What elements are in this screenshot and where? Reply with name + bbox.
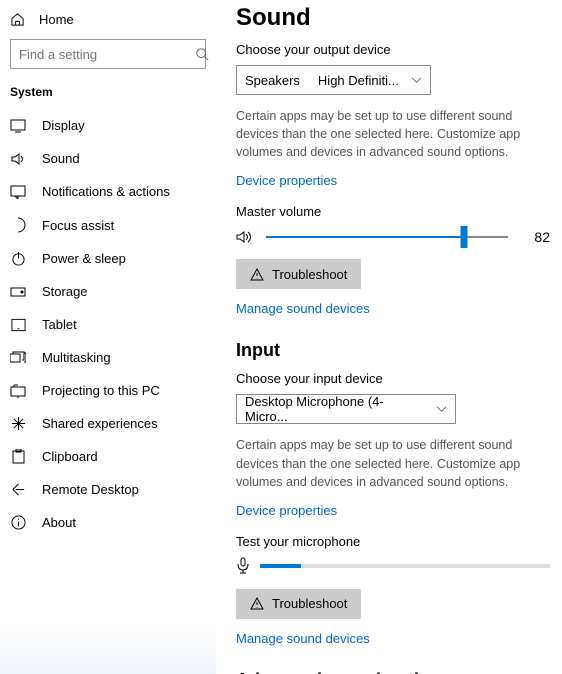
chevron-down-icon (411, 77, 422, 84)
sidebar-item-label: Display (42, 118, 85, 133)
clipboard-icon (10, 449, 26, 464)
sidebar-item-label: Shared experiences (42, 416, 158, 431)
sidebar-item-tablet[interactable]: Tablet (0, 308, 216, 341)
multitasking-icon (10, 351, 26, 364)
mic-level-bar (260, 564, 550, 568)
sidebar-item-remote[interactable]: Remote Desktop (0, 473, 216, 506)
home-link[interactable]: Home (0, 8, 216, 31)
projecting-icon (10, 384, 26, 398)
sidebar-item-clipboard[interactable]: Clipboard (0, 440, 216, 473)
home-icon (10, 12, 25, 27)
sidebar-item-storage[interactable]: Storage (0, 275, 216, 308)
remote-icon (10, 482, 26, 497)
sidebar-item-notifications[interactable]: Notifications & actions (0, 175, 216, 208)
shared-icon (10, 416, 26, 431)
master-volume-label: Master volume (236, 204, 550, 219)
output-description: Certain apps may be set up to use differ… (236, 107, 550, 161)
output-device-select[interactable]: Speakers High Definiti... (236, 65, 431, 95)
sidebar-item-label: Focus assist (42, 218, 114, 233)
page-title: Sound (236, 4, 550, 32)
sidebar-item-focus-assist[interactable]: Focus assist (0, 208, 216, 242)
power-icon (10, 251, 26, 266)
input-description: Certain apps may be set up to use differ… (236, 436, 550, 490)
input-device-label: Choose your input device (236, 371, 550, 386)
sidebar-item-label: Notifications & actions (42, 184, 170, 199)
output-troubleshoot-button[interactable]: Troubleshoot (236, 259, 361, 289)
output-device-properties-link[interactable]: Device properties (236, 173, 337, 188)
sidebar-item-shared[interactable]: Shared experiences (0, 407, 216, 440)
warning-icon (250, 268, 264, 281)
warning-icon (250, 597, 264, 610)
chevron-down-icon (436, 406, 447, 413)
sound-icon (10, 152, 26, 166)
sidebar-item-multitasking[interactable]: Multitasking (0, 341, 216, 374)
input-device-properties-link[interactable]: Device properties (236, 503, 337, 518)
output-manage-devices-link[interactable]: Manage sound devices (236, 301, 370, 316)
sidebar-item-label: Tablet (42, 317, 77, 332)
volume-icon[interactable] (236, 229, 254, 245)
input-troubleshoot-button[interactable]: Troubleshoot (236, 589, 361, 619)
search-icon (195, 47, 209, 61)
about-icon (10, 515, 26, 530)
sidebar-item-label: Clipboard (42, 449, 98, 464)
main-content: Sound Choose your output device Speakers… (216, 0, 562, 674)
sidebar-item-label: Remote Desktop (42, 482, 139, 497)
sidebar-item-about[interactable]: About (0, 506, 216, 539)
display-icon (10, 119, 26, 133)
sidebar-item-sound[interactable]: Sound (0, 142, 216, 175)
input-manage-devices-link[interactable]: Manage sound devices (236, 631, 370, 646)
sidebar: Home System Display Sound Notifications … (0, 0, 216, 674)
test-mic-label: Test your microphone (236, 534, 550, 549)
sidebar-item-projecting[interactable]: Projecting to this PC (0, 374, 216, 407)
advanced-heading: Advanced sound options (236, 670, 550, 674)
search-field[interactable] (19, 47, 195, 62)
sidebar-item-label: Storage (42, 284, 88, 299)
search-input[interactable] (10, 39, 206, 69)
sidebar-item-power[interactable]: Power & sleep (0, 242, 216, 275)
sidebar-item-label: Projecting to this PC (42, 383, 160, 398)
sidebar-item-display[interactable]: Display (0, 109, 216, 142)
storage-icon (10, 287, 26, 297)
sidebar-item-label: Sound (42, 151, 80, 166)
sidebar-item-label: About (42, 515, 76, 530)
master-volume-slider[interactable] (266, 236, 508, 238)
input-heading: Input (236, 340, 550, 361)
home-label: Home (39, 12, 74, 27)
tablet-icon (10, 318, 26, 332)
microphone-icon (236, 557, 250, 575)
sidebar-item-label: Power & sleep (42, 251, 126, 266)
sidebar-item-label: Multitasking (42, 350, 111, 365)
input-device-select[interactable]: Desktop Microphone (4- Micro... (236, 394, 456, 424)
section-heading: System (0, 77, 216, 109)
output-device-label: Choose your output device (236, 42, 550, 57)
focus-assist-icon (10, 217, 26, 233)
master-volume-value: 82 (520, 229, 550, 245)
notifications-icon (10, 185, 26, 199)
